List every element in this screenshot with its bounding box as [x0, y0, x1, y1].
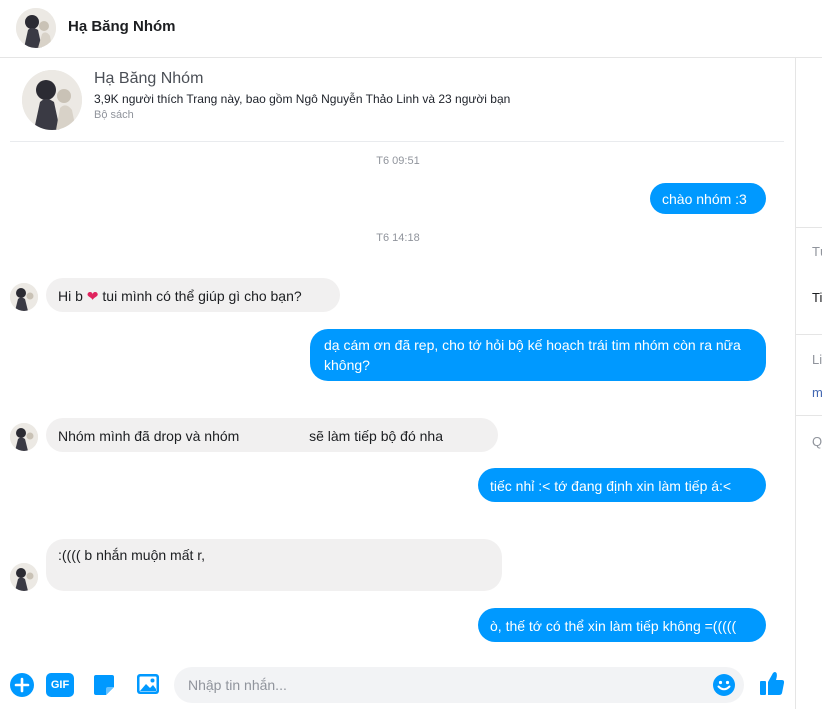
- heart-emoji-icon: ❤: [86, 288, 99, 304]
- panel-label-4: Q: [812, 434, 822, 449]
- message-text: tui mình có thể giúp gì cho bạn?: [102, 288, 302, 304]
- message-input-field[interactable]: [174, 667, 744, 703]
- sender-avatar[interactable]: [10, 563, 38, 591]
- sender-avatar[interactable]: [10, 423, 38, 451]
- message-incoming[interactable]: :(((( b nhắn muộn mất r,: [46, 539, 502, 591]
- timestamp: T6 09:51: [376, 155, 420, 167]
- message-outgoing[interactable]: tiếc nhỉ :< tớ đang định xin làm tiếp á:…: [478, 468, 766, 502]
- gif-label: GIF: [50, 679, 70, 691]
- message-text: dạ cám ơn đã rep, cho tớ hỏi bộ kế hoạch…: [324, 337, 741, 373]
- like-thumbs-up-icon[interactable]: [758, 669, 786, 697]
- gif-icon[interactable]: GIF: [46, 673, 74, 697]
- message-outgoing[interactable]: ò, thế tớ có thể xin làm tiếp không =(((…: [478, 608, 766, 642]
- panel-link[interactable]: m: [812, 385, 822, 400]
- details-panel: Tù Ti Li m Q: [795, 57, 822, 709]
- message-text: tiếc nhỉ :< tớ đang định xin làm tiếp á:…: [490, 478, 732, 494]
- divider: [10, 141, 784, 142]
- message-input[interactable]: [186, 676, 710, 694]
- add-plus-icon[interactable]: [10, 673, 34, 697]
- emoji-icon[interactable]: [712, 673, 736, 697]
- message-text: chào nhóm :3: [662, 191, 747, 207]
- message-text: ò, thế tớ có thể xin làm tiếp không =(((…: [490, 618, 737, 634]
- panel-label-1: Tù: [812, 244, 822, 259]
- message-incoming[interactable]: Hi b ❤ tui mình có thể giúp gì cho bạn?: [46, 278, 340, 312]
- message-outgoing[interactable]: chào nhóm :3: [650, 183, 766, 214]
- panel-label-2[interactable]: Ti: [812, 290, 822, 305]
- page-likes: 3,9K người thích Trang này, bao gồm Ngô …: [94, 92, 511, 106]
- header-title[interactable]: Hạ Băng Nhóm: [68, 18, 176, 35]
- photo-icon[interactable]: [136, 672, 160, 696]
- message-text: Hi b: [58, 288, 83, 304]
- message-text: sẽ làm tiếp bộ đó nha: [309, 428, 443, 444]
- message-text: Nhóm mình đã drop và nhóm: [58, 428, 240, 444]
- message-text: :(((( b nhắn muộn mất r,: [58, 547, 206, 563]
- panel-label-3: Li: [812, 352, 822, 367]
- timestamp: T6 14:18: [376, 232, 420, 244]
- page-name[interactable]: Hạ Băng Nhóm: [94, 70, 203, 88]
- conversation-header: Hạ Băng Nhóm: [0, 0, 822, 58]
- page-category: Bộ sách: [94, 109, 134, 121]
- page-avatar[interactable]: [16, 8, 56, 48]
- message-incoming[interactable]: Nhóm mình đã drop và nhóm sẽ làm tiếp bộ…: [46, 418, 498, 452]
- sticker-icon[interactable]: [92, 673, 116, 697]
- page-info-avatar[interactable]: [22, 70, 82, 130]
- sender-avatar[interactable]: [10, 283, 38, 311]
- message-outgoing[interactable]: dạ cám ơn đã rep, cho tớ hỏi bộ kế hoạch…: [310, 329, 766, 381]
